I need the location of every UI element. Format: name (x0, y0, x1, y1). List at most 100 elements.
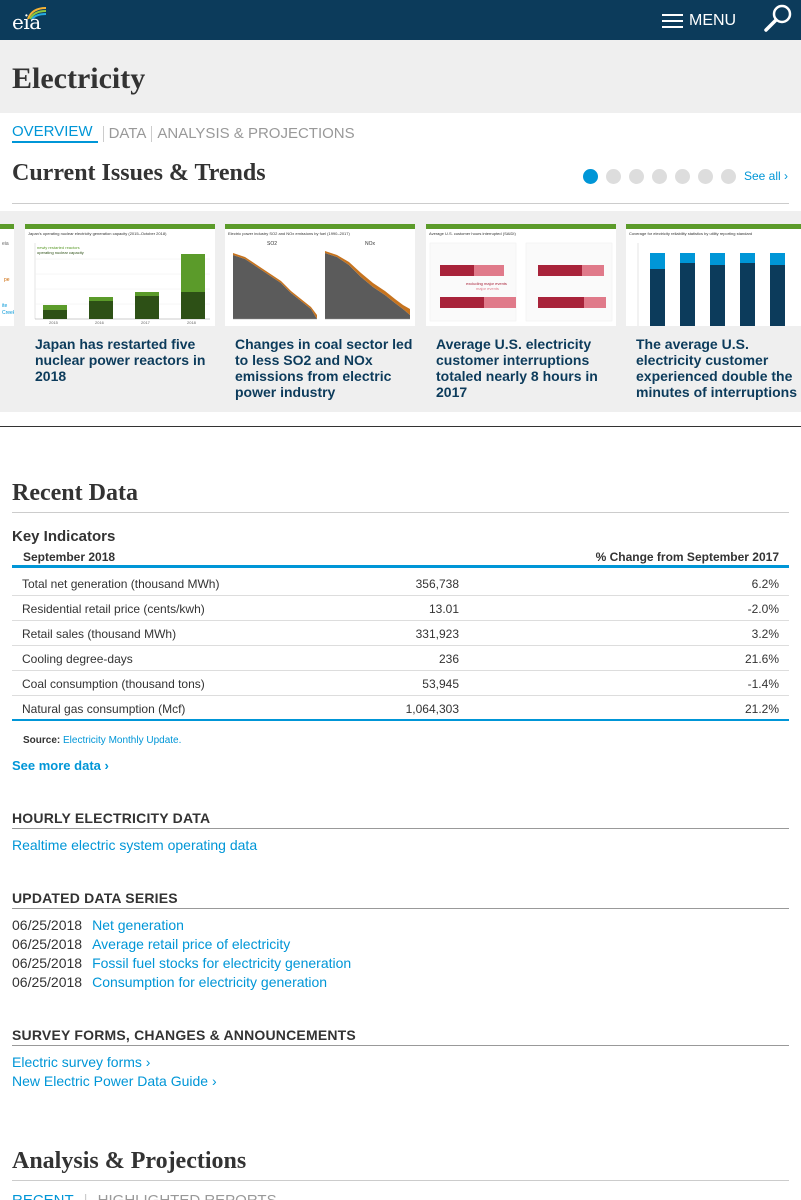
key-indicators-title: Key Indicators (12, 528, 116, 545)
realtime-data-link[interactable]: Realtime electric system operating data (12, 837, 257, 853)
search-icon[interactable] (764, 3, 794, 33)
row-change: 21.2% (744, 702, 779, 716)
tab-recent[interactable]: RECENT (12, 1192, 73, 1200)
logo-text: eia (12, 10, 41, 34)
tab-highlighted-reports[interactable]: HIGHLIGHTED REPORTS (98, 1192, 277, 1200)
eia-logo[interactable]: eia (12, 6, 50, 34)
update-date: 06/25/2018 (12, 955, 83, 971)
tab-data[interactable]: DATA (102, 125, 152, 142)
source-link[interactable]: Electricity Monthly Update. (63, 735, 181, 746)
svg-text:2015: 2015 (49, 320, 59, 325)
table-row: Total net generation (thousand MWh) 356,… (12, 571, 789, 596)
carousel-dot[interactable] (652, 169, 667, 184)
series-link[interactable]: Average retail price of electricity (92, 936, 290, 952)
tab-analysis-projections[interactable]: ANALYSIS & PROJECTIONS (151, 125, 359, 142)
top-nav-bar: eia MENU (0, 0, 801, 40)
list-item: 06/25/2018 Consumption for electricity ge… (12, 974, 327, 990)
card-title[interactable]: Average U.S. electricity customer interr… (426, 336, 616, 400)
chart-thumbnail-icon: eia pe ite Creek (2, 241, 14, 316)
see-more-data-link[interactable]: See more data › (12, 758, 109, 773)
list-item: 06/25/2018 Net generation (12, 917, 184, 933)
svg-text:major events: major events (476, 286, 499, 291)
tab-separator: | (84, 1192, 88, 1200)
card-thumbnail: Average U.S. customer hours interrupted … (426, 224, 616, 326)
divider (0, 426, 801, 427)
trend-card-partial[interactable]: eia pe ite Creek (0, 224, 14, 402)
menu-label: MENU (689, 12, 737, 29)
card-thumbnail: eia pe ite Creek (0, 224, 14, 326)
row-change: 6.2% (751, 577, 779, 591)
table-row: Retail sales (thousand MWh) 331,923 3.2% (12, 621, 789, 646)
divider (12, 1180, 789, 1181)
row-change: -2.0% (747, 602, 779, 616)
svg-text:Creek: Creek (2, 310, 14, 316)
card-thumbnail: Coverage for electricity reliability sta… (626, 224, 801, 326)
area-chart-thumbnail-icon: SO2 NOx (233, 241, 410, 320)
svg-text:pe: pe (4, 277, 10, 283)
analysis-tabs: RECENT | HIGHLIGHTED REPORTS (12, 1192, 277, 1200)
card-title[interactable]: Changes in coal sector led to less SO2 a… (225, 336, 415, 400)
svg-text:SO2: SO2 (267, 241, 277, 247)
trend-card[interactable]: Electric power industry SO2 and NOx emis… (225, 224, 415, 402)
svg-text:NOx: NOx (365, 241, 376, 247)
survey-title: SURVEY FORMS, CHANGES & ANNOUNCEMENTS (12, 1027, 356, 1043)
carousel-dot[interactable] (721, 169, 736, 184)
survey-forms-link[interactable]: Electric survey forms › (12, 1054, 150, 1070)
carousel-dot[interactable] (698, 169, 713, 184)
table-row: Coal consumption (thousand tons) 53,945 … (12, 671, 789, 696)
row-value: 53,945 (422, 677, 459, 691)
see-all-link[interactable]: See all › (744, 169, 788, 183)
divider (12, 512, 789, 513)
page-title: Electricity (12, 62, 146, 95)
trend-card[interactable]: Japan's operating nuclear electricity ge… (25, 224, 215, 402)
row-change: 21.6% (744, 652, 779, 666)
row-value: 356,738 (415, 577, 459, 591)
carousel-dot[interactable] (606, 169, 621, 184)
row-label: Coal consumption (thousand tons) (22, 677, 205, 691)
bar-chart-thumbnail-icon: newly restarted reactors operating nucle… (34, 243, 210, 325)
table-row: Natural gas consumption (Mcf) 1,064,303 … (12, 696, 789, 721)
svg-text:operating nuclear capacity: operating nuclear capacity (37, 250, 84, 255)
hourly-data-title: HOURLY ELECTRICITY DATA (12, 810, 211, 826)
tab-overview[interactable]: OVERVIEW (12, 124, 98, 143)
series-link[interactable]: Fossil fuel stocks for electricity gener… (92, 955, 351, 971)
carousel-dot[interactable] (629, 169, 644, 184)
source-label: Source: (23, 735, 61, 746)
svg-text:ite: ite (2, 303, 8, 309)
trends-carousel: eia pe ite Creek Japan's operating nucle… (0, 211, 801, 412)
trend-card[interactable]: Coverage for electricity reliability sta… (626, 224, 801, 402)
table-row: Residential retail price (cents/kwh) 13.… (12, 596, 789, 621)
series-link[interactable]: Consumption for electricity generation (92, 974, 327, 990)
col-period: September 2018 (23, 550, 116, 564)
recent-data-title: Recent Data (12, 480, 138, 506)
card-thumbnail: Japan's operating nuclear electricity ge… (25, 224, 215, 326)
row-label: Cooling degree-days (22, 652, 133, 666)
svg-text:eia: eia (2, 241, 9, 247)
svg-text:2016: 2016 (95, 320, 105, 325)
row-label: Residential retail price (cents/kwh) (22, 602, 205, 616)
row-label: Natural gas consumption (Mcf) (22, 702, 186, 716)
row-value: 13.01 (428, 602, 459, 616)
series-link[interactable]: Net generation (92, 917, 184, 933)
list-item: 06/25/2018 Fossil fuel stocks for electri… (12, 955, 351, 971)
row-label: Total net generation (thousand MWh) (22, 577, 220, 591)
trend-card[interactable]: Average U.S. customer hours interrupted … (426, 224, 616, 402)
carousel-dot[interactable] (675, 169, 690, 184)
row-value: 236 (438, 652, 459, 666)
row-change: 3.2% (751, 627, 779, 641)
carousel-dot[interactable] (583, 169, 598, 184)
source-note: Source: Electricity Monthly Update. (23, 735, 181, 746)
card-title[interactable]: The average U.S. electricity customer ex… (626, 336, 801, 400)
col-change: % Change from September 2017 (595, 550, 779, 564)
update-date: 06/25/2018 (12, 974, 83, 990)
title-band: Electricity (0, 40, 801, 113)
trends-title: Current Issues & Trends (12, 160, 266, 186)
data-guide-link[interactable]: New Electric Power Data Guide › (12, 1073, 217, 1089)
divider (12, 203, 789, 204)
menu-button[interactable]: MENU (662, 10, 736, 32)
card-title[interactable]: Japan has restarted five nuclear power r… (25, 336, 215, 384)
row-value: 1,064,303 (405, 702, 459, 716)
divider (12, 908, 789, 909)
analysis-title: Analysis & Projections (12, 1148, 247, 1174)
update-date: 06/25/2018 (12, 917, 83, 933)
